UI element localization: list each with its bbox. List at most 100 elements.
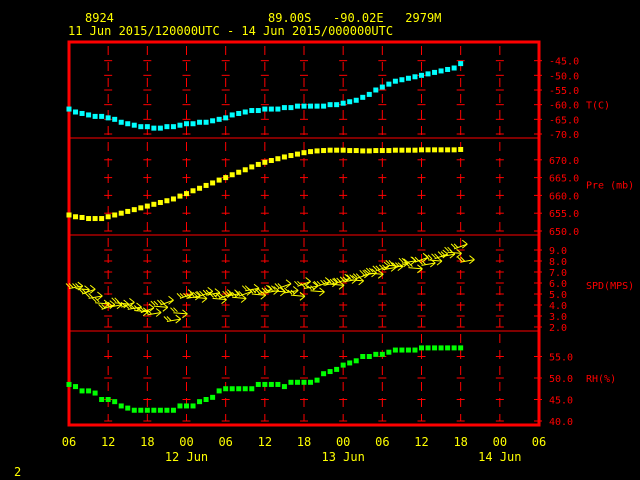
panel-label: Pre (mb) (586, 181, 634, 192)
pressure-point (79, 214, 85, 220)
temperature-point (125, 121, 131, 127)
y-tick-label: 660.0 (549, 191, 579, 202)
pressure-point (125, 208, 131, 214)
wind-head (461, 239, 468, 245)
rh-point (255, 381, 261, 387)
temperature-point (262, 106, 268, 112)
pressure-point (236, 169, 242, 175)
rh-point (412, 347, 418, 353)
wind-head (358, 280, 364, 286)
pressure-point (164, 198, 170, 204)
pressure-point (379, 148, 385, 154)
wind-barb (157, 295, 174, 306)
temperature-point (210, 118, 216, 124)
wind-head (77, 281, 84, 287)
pressure-point (138, 205, 144, 211)
rh-point (216, 388, 222, 394)
temperature-point (288, 105, 294, 111)
pressure-point (66, 212, 72, 218)
temperature-point (255, 108, 261, 114)
rh-point (184, 403, 189, 409)
pressure-point (366, 148, 372, 154)
rh-point (334, 366, 340, 372)
rh-point (249, 386, 255, 392)
y-tick-label: -50.0 (549, 71, 579, 82)
temperature-point (170, 124, 176, 130)
rh-point (294, 379, 300, 385)
pressure-point (294, 151, 300, 157)
temperature-point (366, 91, 372, 97)
pressure-point (197, 185, 203, 191)
rh-point (229, 386, 235, 392)
pressure-point (184, 191, 189, 197)
wind-barb (85, 291, 103, 301)
y-tick-label: 40.0 (549, 417, 573, 428)
temperature-point (399, 77, 405, 83)
temperature-point (86, 112, 92, 118)
pressure-point (275, 156, 281, 162)
temperature-point (419, 72, 424, 78)
wind-head (97, 291, 103, 297)
y-tick-label: 50.0 (549, 374, 573, 385)
rh-point (118, 403, 124, 409)
rh-point (386, 349, 392, 355)
temperature-point (294, 103, 300, 109)
wind-barb (431, 249, 449, 260)
wind-head (292, 286, 299, 291)
pressure-point (73, 214, 79, 220)
temperature-point (197, 119, 203, 125)
temperature-point (353, 97, 359, 103)
y-tick-label: 2.0 (549, 323, 567, 334)
temperature-point (99, 113, 105, 119)
rh-point (321, 371, 327, 377)
rh-point (288, 379, 294, 385)
rh-point (340, 362, 346, 368)
pressure-point (340, 147, 346, 153)
pressure-point (321, 148, 327, 154)
wind-head (168, 295, 174, 301)
rh-point (190, 403, 196, 409)
pressure-point (347, 148, 353, 154)
y-tick-label: 3.0 (549, 312, 567, 323)
rh-point (432, 345, 438, 351)
y-tick-label: -45.0 (549, 57, 579, 68)
y-tick-label: 55.0 (549, 353, 573, 364)
y-tick-label: 4.0 (549, 301, 567, 312)
temperature-point (301, 103, 307, 109)
rh-point (327, 369, 333, 375)
pressure-point (157, 200, 163, 206)
wind-head (201, 298, 208, 303)
wind-barb (274, 279, 292, 289)
wind-head (207, 287, 214, 292)
pressure-point (99, 216, 105, 222)
rh-point (275, 381, 281, 387)
pressure-point (432, 147, 438, 153)
rh-point (379, 351, 385, 357)
temperature-point (151, 125, 157, 131)
rh-point (405, 347, 411, 353)
rh-point (164, 407, 170, 413)
y-tick-label: -65.0 (549, 115, 579, 126)
rh-point (236, 386, 242, 392)
temperature-point (112, 116, 118, 122)
temperature-point (360, 94, 366, 100)
rh-point (458, 345, 464, 351)
x-tick-label: 12 (414, 435, 428, 449)
x-tick-label: 06 (218, 435, 232, 449)
rh-point (157, 407, 163, 413)
wind-head (299, 295, 306, 301)
wind-head (89, 284, 96, 290)
temperature-point (321, 103, 327, 109)
pressure-point (373, 148, 379, 154)
temperature-point (392, 78, 398, 84)
temperature-point (105, 115, 111, 121)
temperature-point (177, 122, 183, 128)
rh-point (112, 399, 118, 405)
wind-head (260, 294, 267, 300)
pressure-point (118, 210, 124, 216)
rh-point (314, 377, 320, 383)
pressure-point (445, 147, 451, 153)
rh-point (445, 345, 451, 351)
pressure-point (288, 153, 294, 159)
pressure-point (131, 207, 137, 213)
